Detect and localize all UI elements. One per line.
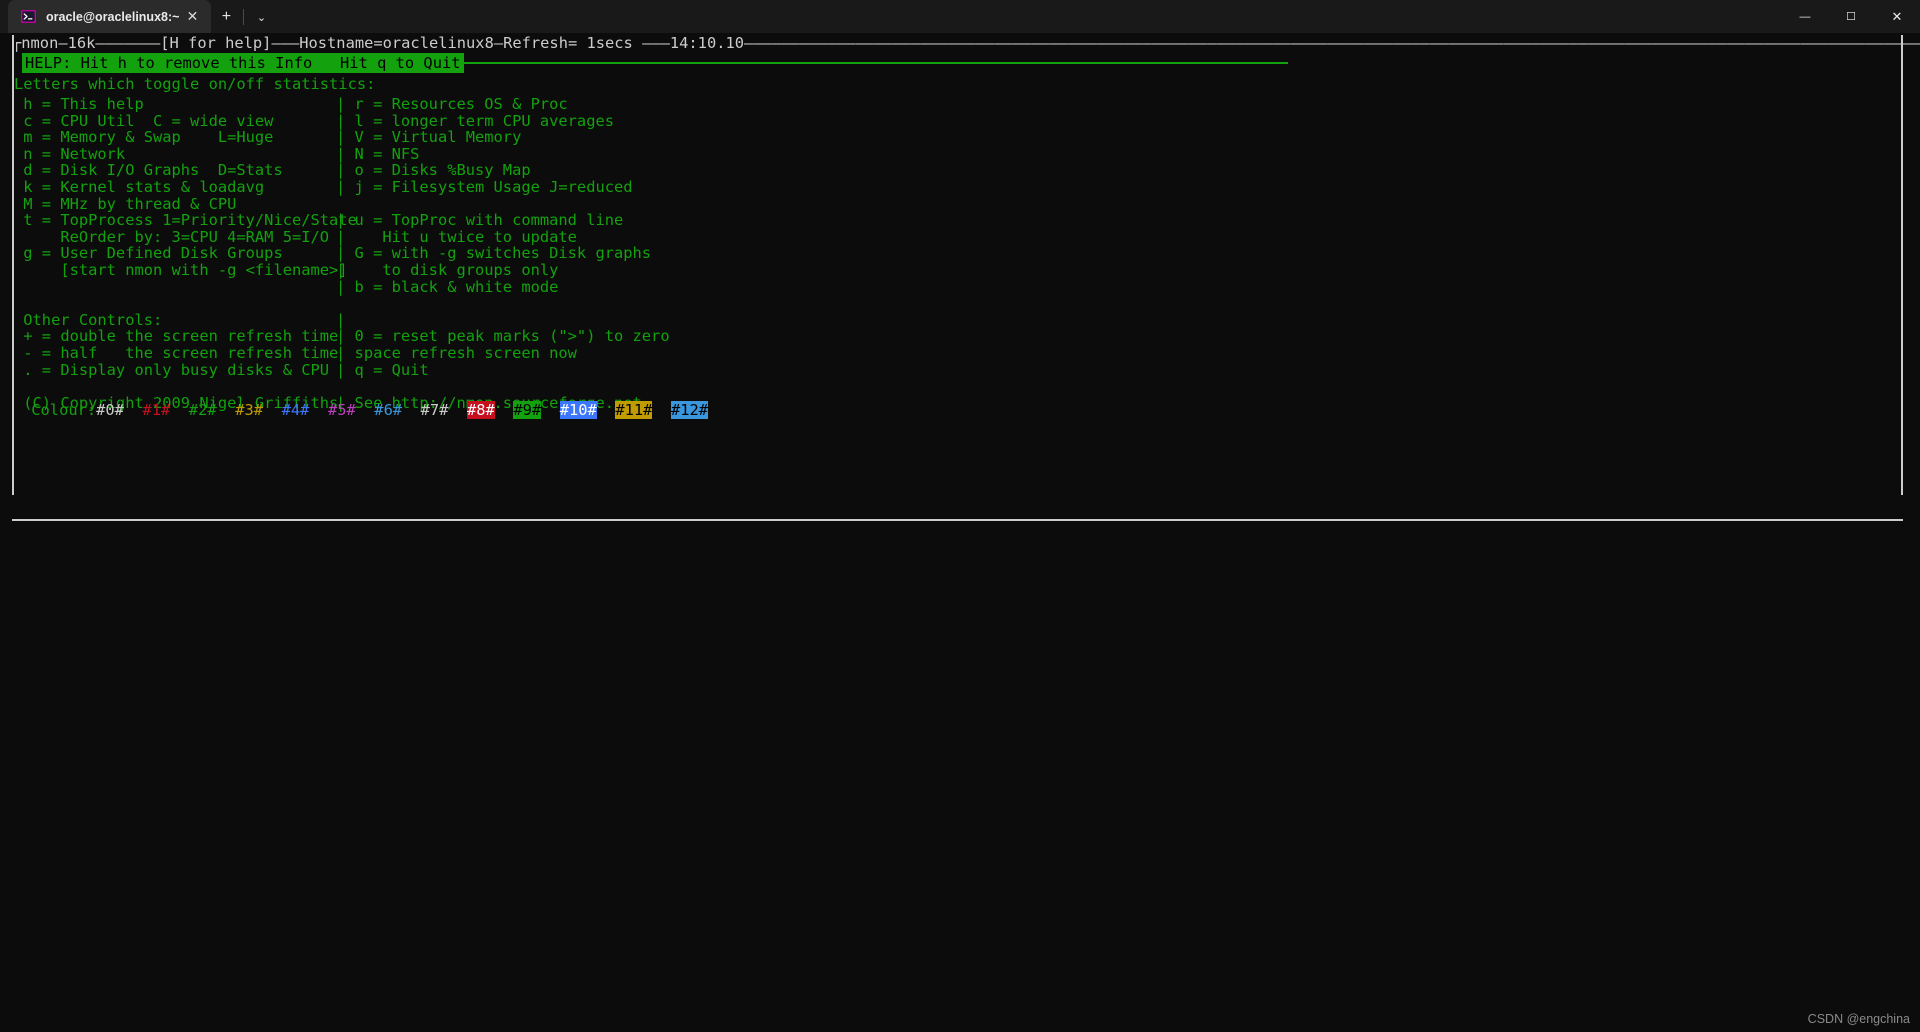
window-titlebar: oracle@oraclelinux8:~ ✕ + ⌄ — ☐ ✕ — [0, 0, 1920, 33]
colour-swatch-3: #3# — [235, 401, 264, 419]
colour-swatch-gap — [309, 401, 328, 419]
tab-title: oracle@oraclelinux8:~ — [46, 9, 180, 24]
nmon-box-bottom-border — [12, 519, 1903, 521]
colour-swatch-6: #6# — [374, 401, 403, 419]
help-row-separator: | — [336, 277, 346, 296]
tab-strip: oracle@oraclelinux8:~ ✕ + ⌄ — [0, 0, 276, 33]
colour-swatch-gap — [402, 401, 421, 419]
colour-swatch-gap — [217, 401, 236, 419]
colour-palette-line: Colour:#0# #1# #2# #3# #4# #5# #6# #7# #… — [22, 400, 709, 420]
nmon-box-right-border — [1901, 35, 1903, 495]
help-row-separator: | — [336, 178, 346, 196]
nmon-title-bar: ┌nmon—16k———————[H for help]———Hostname=… — [12, 34, 1920, 52]
new-tab-button[interactable]: + — [211, 2, 241, 32]
terminal-window: oracle@oraclelinux8:~ ✕ + ⌄ — ☐ ✕ ┌nmon—… — [0, 0, 1920, 1032]
tab-oracle-terminal[interactable]: oracle@oraclelinux8:~ ✕ — [8, 0, 212, 33]
tab-divider — [243, 9, 245, 25]
colour-swatch-10: #10# — [559, 401, 597, 419]
colour-swatch-gap — [652, 401, 671, 419]
help-banner-row: HELP: Hit h to remove this Info Hit q to… — [22, 53, 1288, 74]
colour-swatch-9: #9# — [513, 401, 542, 419]
help-row-right: j = Filesystem Usage J=reduced — [345, 178, 633, 196]
window-controls: — ☐ ✕ — [1782, 0, 1920, 33]
colour-swatch-gap — [597, 401, 616, 419]
colour-swatch-8: #8# — [467, 401, 495, 419]
colour-swatch-gap — [170, 401, 189, 419]
colour-swatch-12: #12# — [670, 401, 709, 419]
maximize-button[interactable]: ☐ — [1828, 0, 1874, 33]
colour-swatch-5: #5# — [327, 401, 356, 419]
terminal-surface[interactable]: ┌nmon—16k———————[H for help]———Hostname=… — [0, 33, 1920, 1032]
watermark-label: CSDN @engchina — [1807, 1012, 1910, 1026]
help-intro-line: Letters which toggle on/off statistics: — [14, 75, 376, 93]
colour-swatch-gap — [448, 401, 467, 419]
nmon-screen: ┌nmon—16k———————[H for help]———Hostname=… — [0, 33, 1920, 1032]
colour-swatch-gap — [124, 401, 143, 419]
help-banner-rule — [463, 62, 1288, 65]
colour-swatch-gap — [495, 401, 514, 419]
colour-swatch-11: #11# — [615, 401, 653, 419]
colour-swatch-7: #7# — [420, 401, 449, 419]
colour-swatch-gap — [263, 401, 282, 419]
close-window-button[interactable]: ✕ — [1874, 0, 1920, 33]
tab-close-icon[interactable]: ✕ — [179, 5, 205, 29]
colour-swatch-1: #1# — [142, 401, 171, 419]
help-row-separator: | — [336, 360, 346, 379]
help-row-right: q = Quit — [345, 360, 429, 379]
colour-swatch-gap — [541, 401, 560, 419]
chevron-down-icon[interactable]: ⌄ — [246, 2, 276, 32]
colour-swatch-2: #2# — [188, 401, 217, 419]
colour-label: Colour: — [22, 401, 97, 419]
colour-swatch-0: #0# — [96, 401, 124, 419]
minimize-button[interactable]: — — [1782, 0, 1828, 33]
help-banner-text: HELP: Hit h to remove this Info Hit q to… — [22, 53, 464, 74]
help-row-right: b = black & white mode — [345, 277, 559, 296]
colour-swatch-4: #4# — [281, 401, 310, 419]
colour-swatch-gap — [356, 401, 375, 419]
terminal-app-icon — [21, 10, 36, 23]
